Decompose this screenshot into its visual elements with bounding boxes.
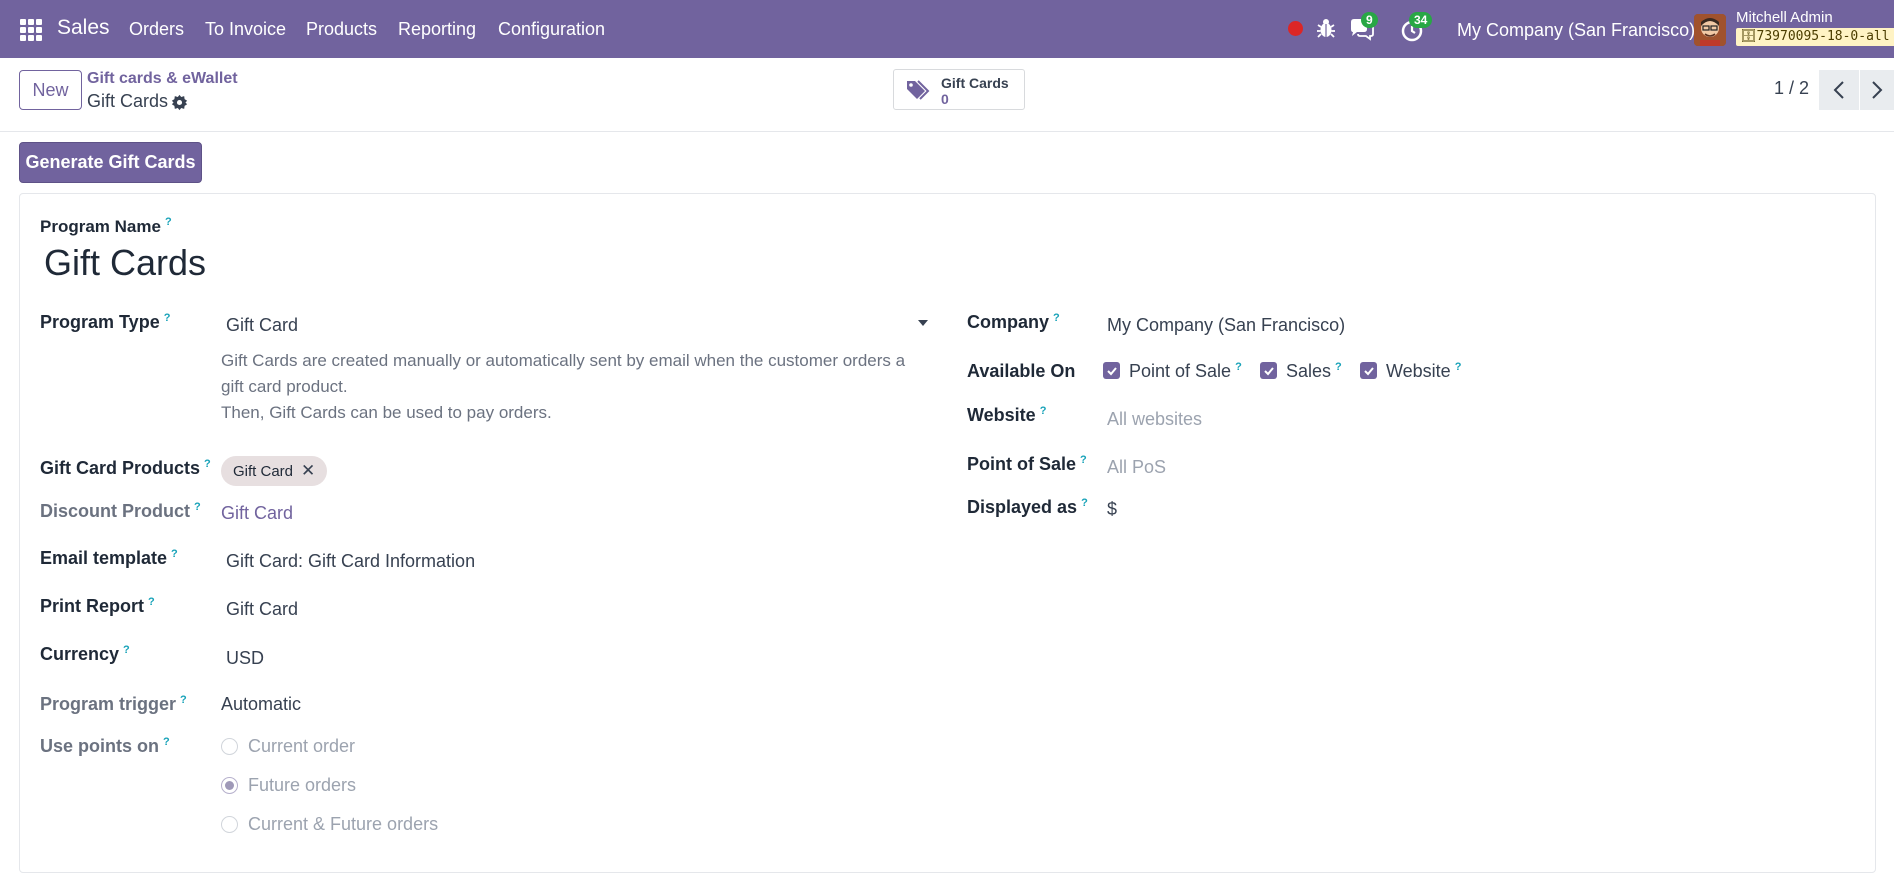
help-icon[interactable]: ?: [123, 644, 130, 656]
help-icon[interactable]: ?: [164, 312, 171, 324]
radio-future-orders[interactable]: [221, 777, 238, 794]
check-icon: [1106, 366, 1117, 375]
user-avatar[interactable]: [1694, 14, 1726, 46]
print-report-label: Print Report?: [40, 596, 155, 616]
program-name-label: Program Name?: [40, 216, 172, 236]
company-field[interactable]: My Company (San Francisco): [1107, 315, 1345, 336]
menu-products[interactable]: Products: [306, 19, 377, 40]
caret-down-icon[interactable]: [918, 320, 928, 326]
smart-button-count: 0: [941, 91, 949, 107]
user-name[interactable]: Mitchell Admin: [1736, 9, 1833, 26]
menu-to-invoice[interactable]: To Invoice: [205, 19, 286, 40]
program-trigger-value: Automatic: [221, 694, 302, 714]
point-of-sale-field[interactable]: All PoS: [1107, 457, 1166, 478]
use-points-label: Use points on?: [40, 736, 170, 756]
messages-count-badge: 9: [1361, 12, 1378, 28]
available-on-label: Available On: [967, 361, 1076, 381]
chevron-left-icon: [1833, 81, 1844, 99]
help-icon[interactable]: ?: [194, 501, 201, 513]
help-icon[interactable]: ?: [171, 548, 178, 560]
description-line: Gift Cards are created manually or autom…: [221, 351, 906, 370]
check-icon: [1263, 366, 1274, 375]
website-field[interactable]: All websites: [1107, 409, 1202, 430]
help-icon[interactable]: ?: [163, 736, 170, 748]
control-panel: New Gift cards & eWallet Gift Cards Gift…: [0, 58, 1894, 132]
database-name: 73970095-18-0-all: [1756, 29, 1890, 44]
form-sheet: [19, 193, 1876, 873]
generate-gift-cards-button[interactable]: Generate Gift Cards: [19, 142, 202, 183]
radio-label: Current order: [248, 736, 356, 756]
gift-card-product-tag: Gift Card ✕: [221, 456, 328, 486]
description-line: Then, Gift Cards can be used to pay orde…: [221, 403, 552, 422]
gear-icon[interactable]: [171, 94, 188, 111]
checkbox-label: Website?: [1386, 361, 1462, 381]
recording-indicator-icon[interactable]: [1288, 21, 1303, 36]
check-icon: [1363, 366, 1374, 375]
checkbox-sales[interactable]: [1260, 362, 1277, 379]
company-label: Company?: [967, 312, 1060, 332]
remove-tag-icon[interactable]: ✕: [301, 461, 315, 481]
activities-count-badge: 34: [1409, 12, 1433, 28]
checkbox-point-of-sale[interactable]: [1103, 362, 1120, 379]
help-icon[interactable]: ?: [148, 596, 155, 608]
email-template-label: Email template?: [40, 548, 178, 568]
tag-label: Gift Card: [233, 462, 294, 480]
top-navbar: Sales Orders To Invoice Products Reporti…: [0, 0, 1894, 58]
checkbox-website[interactable]: [1360, 362, 1377, 379]
help-icon[interactable]: ?: [180, 694, 187, 706]
radio-label: Future orders: [248, 775, 357, 795]
debug-icon[interactable]: [1316, 17, 1336, 39]
radio-current-order[interactable]: [221, 738, 238, 755]
chevron-right-icon: [1872, 81, 1883, 99]
description-line: gift card product.: [221, 377, 348, 396]
help-icon[interactable]: ?: [1053, 312, 1060, 324]
pager-value[interactable]: 1 / 2: [1774, 78, 1809, 99]
menu-configuration[interactable]: Configuration: [498, 19, 605, 40]
pager-next-button[interactable]: [1860, 70, 1894, 110]
discount-product-label: Discount Product?: [40, 501, 201, 521]
help-icon[interactable]: ?: [165, 216, 172, 228]
new-button[interactable]: New: [19, 70, 82, 110]
program-trigger-label: Program trigger?: [40, 694, 187, 714]
tags-icon: [907, 80, 930, 100]
smart-button-label: Gift Cards: [941, 75, 1009, 91]
help-icon[interactable]: ?: [204, 458, 211, 470]
breadcrumb-parent[interactable]: Gift cards & eWallet: [87, 70, 238, 88]
displayed-as-field[interactable]: $: [1107, 499, 1117, 520]
gift-cards-smart-button[interactable]: Gift Cards 0: [893, 69, 1025, 110]
email-template-field[interactable]: Gift Card: Gift Card Information: [226, 551, 475, 572]
help-icon[interactable]: ?: [1080, 454, 1087, 466]
company-switcher[interactable]: My Company (San Francisco): [1457, 20, 1695, 41]
point-of-sale-label: Point of Sale?: [967, 454, 1087, 474]
currency-label: Currency?: [40, 644, 130, 664]
help-icon[interactable]: ?: [1040, 405, 1047, 417]
app-brand[interactable]: Sales: [57, 16, 110, 40]
program-type-description: Gift Cards are created manually or autom…: [221, 348, 941, 426]
help-icon[interactable]: ?: [1455, 361, 1462, 373]
help-icon[interactable]: ?: [1235, 361, 1242, 373]
displayed-as-label: Displayed as?: [967, 497, 1088, 517]
checkbox-label: Point of Sale?: [1129, 361, 1242, 381]
program-type-select[interactable]: Gift Card: [226, 315, 298, 336]
help-icon[interactable]: ?: [1335, 361, 1342, 373]
apps-menu-icon[interactable]: [20, 19, 42, 41]
checkbox-label: Sales?: [1286, 361, 1342, 381]
menu-orders[interactable]: Orders: [129, 19, 184, 40]
help-icon[interactable]: ?: [1081, 497, 1088, 509]
program-type-label: Program Type?: [40, 312, 171, 332]
menu-reporting[interactable]: Reporting: [398, 19, 476, 40]
radio-current-future-orders[interactable]: [221, 816, 238, 833]
program-name-field[interactable]: Gift Cards: [44, 242, 206, 284]
pager-previous-button[interactable]: [1819, 70, 1859, 110]
breadcrumb-current: Gift Cards: [87, 91, 169, 111]
database-badge: 🗄73970095-18-0-all: [1736, 28, 1894, 46]
discount-product-link[interactable]: Gift Card: [221, 503, 293, 524]
radio-label: Current & Future orders: [248, 814, 439, 834]
gift-card-products-label: Gift Card Products?: [40, 458, 211, 478]
website-label: Website?: [967, 405, 1047, 425]
print-report-field[interactable]: Gift Card: [226, 599, 298, 620]
currency-field[interactable]: USD: [226, 648, 264, 669]
